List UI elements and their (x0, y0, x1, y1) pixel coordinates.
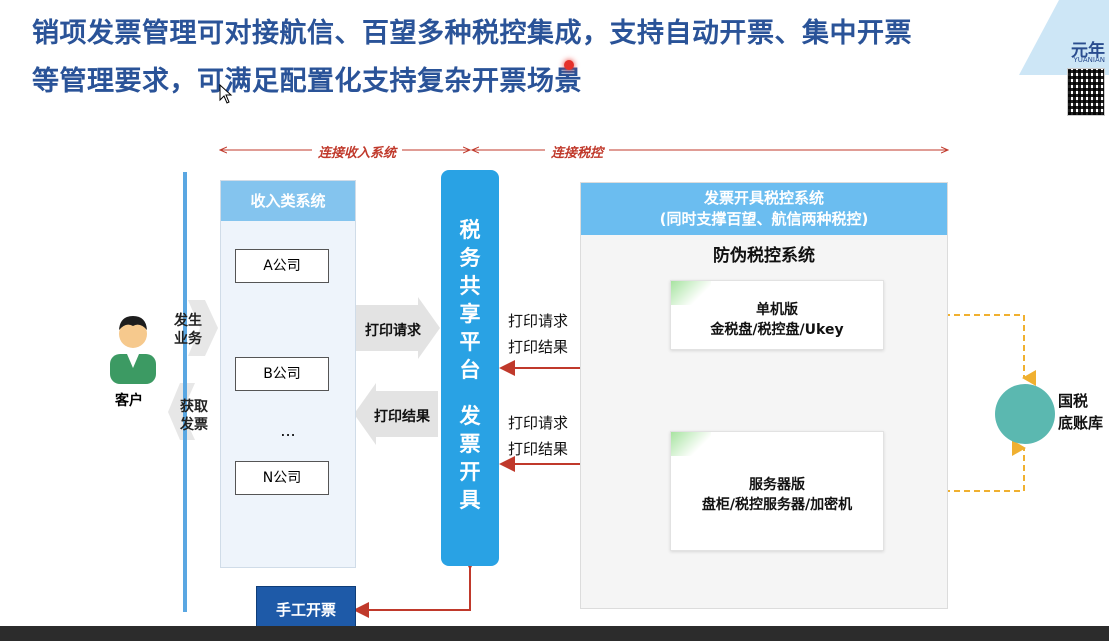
server-version-box: 服务器版 盘柜/税控服务器/加密机 (670, 431, 884, 551)
box-corner-accent (671, 432, 711, 456)
national-db-line2: 底账库 (1058, 414, 1104, 432)
national-db-line1: 国税 (1058, 392, 1089, 410)
company-ellipsis: ... (280, 421, 296, 440)
receive-invoice-label: 获取发票 (180, 399, 208, 433)
income-system-header: 收入类系统 (221, 181, 355, 221)
server-title: 服务器版 (749, 477, 805, 493)
manual-connector (353, 554, 478, 618)
standalone-desc: 金税盘/税控盘/Ukey (710, 322, 844, 338)
national-db-circle (995, 384, 1055, 444)
connect-income-label: 连接收入系统 (312, 142, 403, 161)
lower-print-request-label: 打印请求 (508, 414, 569, 432)
upper-print-request-label: 打印请求 (508, 312, 569, 330)
tax-system-title: 发票开具税控系统 (703, 189, 824, 207)
platform-name: 税 务 共 享 平 台 (459, 218, 481, 382)
customer-person-icon (110, 316, 156, 384)
tax-system-note: (同时支撑百望、航信两种税控) (659, 210, 869, 228)
income-system-panel: 收入类系统 A公司 B公司 ... N公司 (220, 180, 356, 568)
company-a-box: A公司 (235, 249, 329, 283)
invoice-tax-control-system: 发票开具税控系统 (同时支撑百望、航信两种税控) 防伪税控系统 单机版 金税盘/… (580, 182, 948, 609)
send-business-label: 发生业务 (174, 313, 202, 347)
tax-system-header: 发票开具税控系统 (同时支撑百望、航信两种税控) (581, 183, 947, 235)
print-request-label: 打印请求 (365, 323, 421, 339)
customer-divider-line (183, 172, 187, 612)
connect-tax-label: 连接税控 (545, 142, 610, 161)
box-corner-accent (671, 281, 711, 305)
company-n-box: N公司 (235, 461, 329, 495)
customer-label: 客户 (115, 393, 143, 409)
video-control-bar[interactable] (0, 626, 1109, 641)
print-result-label: 打印结果 (374, 409, 430, 425)
anti-counterfeit-subtitle: 防伪税控系统 (713, 246, 815, 266)
server-desc: 盘柜/税控服务器/加密机 (701, 497, 853, 513)
standalone-version-box: 单机版 金税盘/税控盘/Ukey (670, 280, 884, 350)
tax-shared-platform: 税 务 共 享 平 台 发 票 开 具 (441, 170, 499, 566)
company-b-box: B公司 (235, 357, 329, 391)
upper-print-result-label: 打印结果 (508, 338, 569, 356)
national-db-label: 国税 底账库 (1058, 390, 1103, 434)
platform-function: 发 票 开 具 (459, 404, 481, 512)
lower-print-result-label: 打印结果 (508, 440, 569, 458)
